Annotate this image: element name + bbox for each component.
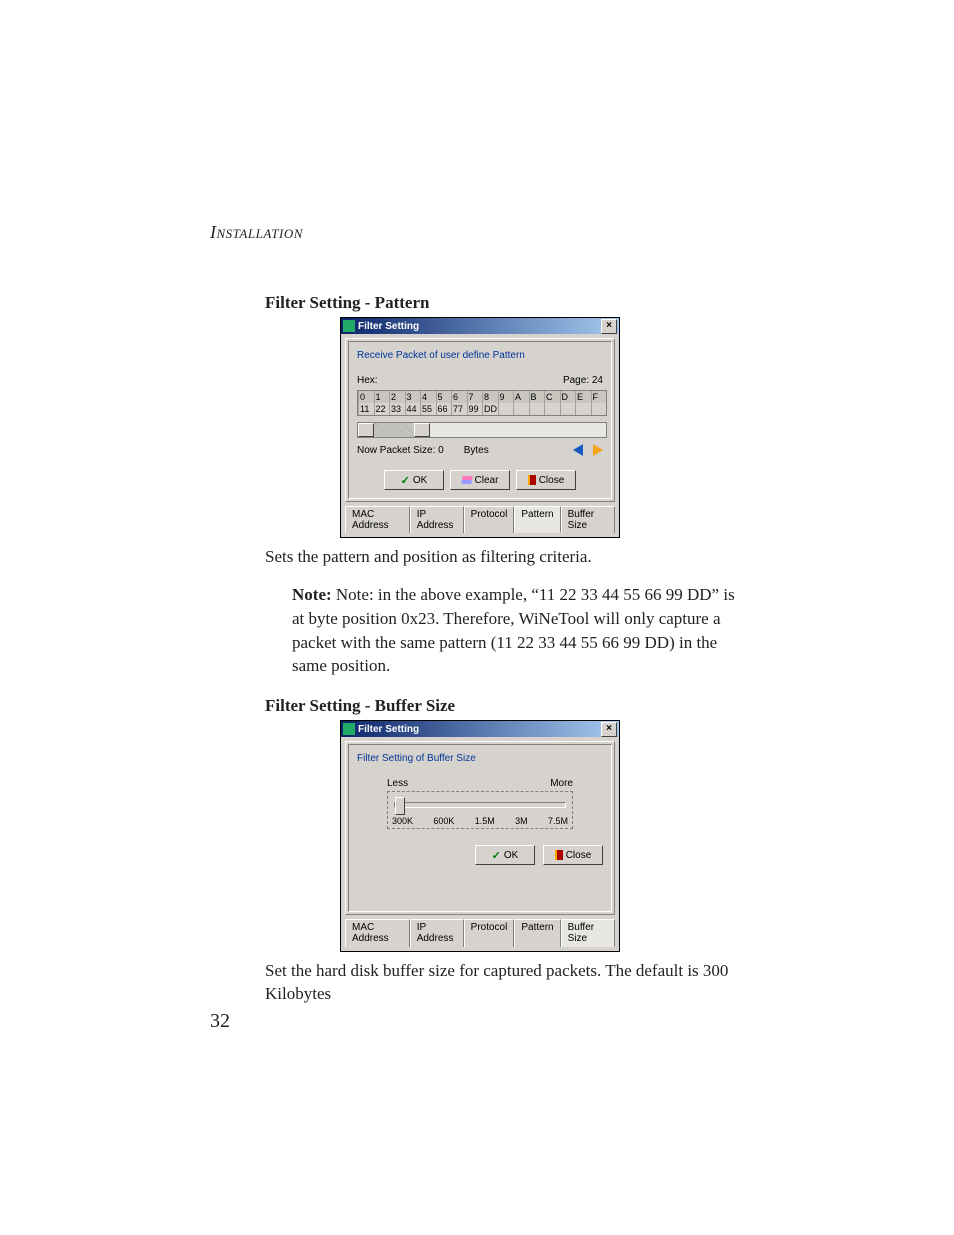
tab-ip-address[interactable]: IP Address bbox=[410, 919, 464, 947]
hex-col: D bbox=[560, 391, 576, 403]
slider-tick: 3M bbox=[515, 816, 528, 826]
hex-val[interactable] bbox=[591, 403, 607, 415]
page-label: Page: 24 bbox=[563, 375, 603, 386]
tab-protocol[interactable]: Protocol bbox=[464, 919, 515, 947]
tab-pattern[interactable]: Pattern bbox=[514, 919, 560, 947]
buffer-size-slider[interactable]: 300K 600K 1.5M 3M 7.5M bbox=[387, 791, 573, 829]
tab-protocol[interactable]: Protocol bbox=[464, 506, 515, 533]
tab-buffer-size[interactable]: Buffer Size bbox=[561, 506, 615, 533]
note-block: Note: Note: in the above example, “11 22… bbox=[292, 583, 740, 678]
close-button[interactable]: Close bbox=[516, 470, 576, 490]
door-icon bbox=[555, 850, 563, 860]
ok-button[interactable]: ✓ OK bbox=[384, 470, 444, 490]
dialog-titlebar[interactable]: Filter Setting × bbox=[341, 721, 619, 737]
slider-less-label: Less bbox=[387, 778, 408, 789]
hex-col: 7 bbox=[467, 391, 483, 403]
eraser-icon bbox=[461, 476, 472, 484]
hex-col: C bbox=[544, 391, 560, 403]
tab-mac-address[interactable]: MAC Address bbox=[345, 919, 410, 947]
filter-setting-buffer-dialog: Filter Setting × Filter Setting of Buffe… bbox=[340, 720, 620, 952]
prev-page-icon[interactable] bbox=[573, 444, 583, 456]
door-icon bbox=[528, 475, 536, 485]
hex-col: 8 bbox=[482, 391, 498, 403]
tab-pattern[interactable]: Pattern bbox=[514, 506, 560, 533]
packet-size-label: Now Packet Size: 0 bbox=[357, 445, 444, 456]
dialog-tabs: MAC Address IP Address Protocol Pattern … bbox=[341, 919, 619, 951]
hex-val[interactable]: 77 bbox=[451, 403, 467, 415]
hex-val[interactable] bbox=[575, 403, 591, 415]
dialog-title: Filter Setting bbox=[358, 321, 419, 332]
hex-col: 5 bbox=[436, 391, 452, 403]
hex-val[interactable]: DD bbox=[482, 403, 498, 415]
ok-button[interactable]: ✓ OK bbox=[475, 845, 535, 865]
page-number: 32 bbox=[210, 1010, 230, 1033]
panel-caption: Filter Setting of Buffer Size bbox=[357, 753, 603, 764]
check-icon: ✓ bbox=[401, 474, 410, 487]
hex-col: 9 bbox=[498, 391, 514, 403]
panel-caption: Receive Packet of user define Pattern bbox=[357, 350, 603, 361]
slider-tick: 1.5M bbox=[475, 816, 495, 826]
hex-val[interactable] bbox=[498, 403, 514, 415]
hex-col: 1 bbox=[374, 391, 390, 403]
dialog-tabs: MAC Address IP Address Protocol Pattern … bbox=[341, 506, 619, 537]
hex-col: F bbox=[591, 391, 607, 403]
close-button[interactable]: Close bbox=[543, 845, 603, 865]
note-text: Note: in the above example, “11 22 33 44… bbox=[292, 585, 735, 675]
bytes-label: Bytes bbox=[464, 445, 489, 456]
hex-val[interactable] bbox=[544, 403, 560, 415]
hex-col: 6 bbox=[451, 391, 467, 403]
next-page-icon[interactable] bbox=[593, 444, 603, 456]
slider-tick: 600K bbox=[433, 816, 454, 826]
hex-scrollbar[interactable] bbox=[357, 422, 607, 438]
clear-button[interactable]: Clear bbox=[450, 470, 510, 490]
section-title-pattern: Filter Setting - Pattern bbox=[265, 293, 740, 313]
filter-setting-pattern-dialog: Filter Setting × Receive Packet of user … bbox=[340, 317, 620, 538]
hex-val[interactable]: 66 bbox=[436, 403, 452, 415]
hex-grid[interactable]: 0 1 2 3 4 5 6 7 8 9 A B C D E F bbox=[357, 390, 607, 416]
hex-val[interactable]: 55 bbox=[420, 403, 436, 415]
slider-tick: 300K bbox=[392, 816, 413, 826]
pattern-description: Sets the pattern and position as filteri… bbox=[265, 546, 740, 569]
hex-val[interactable] bbox=[560, 403, 576, 415]
slider-more-label: More bbox=[550, 778, 573, 789]
tab-ip-address[interactable]: IP Address bbox=[410, 506, 464, 533]
hex-col: 4 bbox=[420, 391, 436, 403]
hex-val[interactable] bbox=[513, 403, 529, 415]
tab-mac-address[interactable]: MAC Address bbox=[345, 506, 410, 533]
hex-val[interactable]: 44 bbox=[405, 403, 421, 415]
hex-val[interactable]: 33 bbox=[389, 403, 405, 415]
dialog-title: Filter Setting bbox=[358, 724, 419, 735]
hex-val[interactable]: 11 bbox=[358, 403, 374, 415]
running-head: INSTALLATION bbox=[210, 222, 740, 243]
hex-col: 3 bbox=[405, 391, 421, 403]
hex-val[interactable]: 99 bbox=[467, 403, 483, 415]
hex-col: 2 bbox=[389, 391, 405, 403]
hex-val[interactable] bbox=[529, 403, 545, 415]
section-title-buffer: Filter Setting - Buffer Size bbox=[265, 696, 740, 716]
close-icon[interactable]: × bbox=[601, 319, 617, 334]
dialog-titlebar[interactable]: Filter Setting × bbox=[341, 318, 619, 334]
hex-col: 0 bbox=[358, 391, 374, 403]
hex-label: Hex: bbox=[357, 375, 378, 386]
hex-col: B bbox=[529, 391, 545, 403]
note-label: Note: bbox=[292, 585, 332, 604]
buffer-description: Set the hard disk buffer size for captur… bbox=[265, 960, 740, 1006]
tab-buffer-size[interactable]: Buffer Size bbox=[561, 919, 615, 947]
hex-val[interactable]: 22 bbox=[374, 403, 390, 415]
slider-tick: 7.5M bbox=[548, 816, 568, 826]
app-icon bbox=[343, 320, 355, 332]
check-icon: ✓ bbox=[492, 849, 501, 862]
hex-col: A bbox=[513, 391, 529, 403]
hex-col: E bbox=[575, 391, 591, 403]
app-icon bbox=[343, 723, 355, 735]
close-icon[interactable]: × bbox=[601, 722, 617, 737]
